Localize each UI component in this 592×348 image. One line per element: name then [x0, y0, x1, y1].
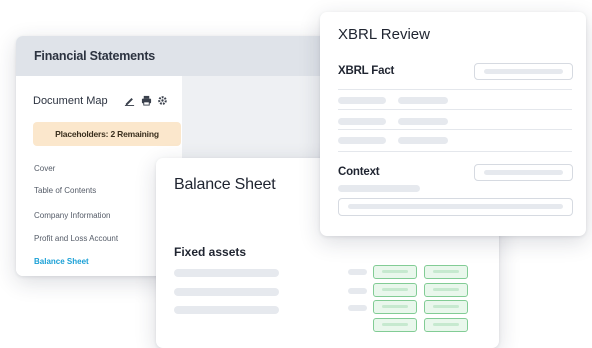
tagged-value-cell[interactable]	[424, 265, 468, 279]
edit-icon[interactable]	[123, 94, 135, 106]
financial-statements-titlebar: Financial Statements	[16, 36, 346, 76]
context-label: Context	[338, 166, 380, 178]
tagged-value-cell[interactable]	[373, 318, 417, 332]
divider	[338, 151, 572, 152]
text-placeholder	[174, 306, 279, 314]
nav-item-balance-sheet[interactable]: Balance Sheet	[34, 257, 89, 266]
xbrl-review-window: XBRL Review XBRL Fact Context	[320, 12, 586, 236]
placeholders-badge[interactable]: Placeholders: 2 Remaining	[33, 122, 181, 146]
tagged-value-cell[interactable]	[424, 300, 468, 314]
xbrl-fact-field[interactable]	[474, 63, 573, 80]
xbrl-review-title: XBRL Review	[338, 26, 430, 43]
tagged-value-cell[interactable]	[373, 300, 417, 314]
tagged-value-cell[interactable]	[424, 318, 468, 332]
text-placeholder	[174, 269, 279, 277]
nav-item-table-of-contents[interactable]: Table of Contents	[34, 186, 96, 195]
settings-icon[interactable]	[156, 94, 168, 106]
value-placeholder	[348, 269, 367, 275]
fixed-assets-heading: Fixed assets	[174, 245, 247, 259]
window-title: Financial Statements	[34, 49, 156, 63]
text-placeholder	[338, 137, 386, 144]
text-placeholder	[398, 97, 448, 104]
divider	[338, 129, 572, 130]
print-icon[interactable]	[140, 94, 152, 106]
nav-item-company-information[interactable]: Company Information	[34, 211, 110, 220]
balance-sheet-title: Balance Sheet	[174, 176, 276, 193]
text-placeholder	[338, 97, 386, 104]
context-field[interactable]	[474, 164, 573, 181]
value-placeholder	[348, 305, 367, 311]
text-placeholder	[398, 118, 448, 125]
tagged-value-cell[interactable]	[373, 265, 417, 279]
context-detail-field[interactable]	[338, 198, 573, 216]
tagged-value-cell[interactable]	[424, 283, 468, 297]
tagged-value-cell[interactable]	[373, 283, 417, 297]
divider	[338, 109, 572, 110]
value-placeholder	[348, 288, 367, 294]
divider	[338, 89, 572, 90]
text-placeholder	[338, 185, 420, 192]
text-placeholder	[174, 288, 279, 296]
nav-item-profit-and-loss[interactable]: Profit and Loss Account	[34, 234, 118, 243]
text-placeholder	[338, 118, 386, 125]
nav-item-cover[interactable]: Cover	[34, 164, 55, 173]
text-placeholder	[398, 137, 448, 144]
xbrl-fact-label: XBRL Fact	[338, 65, 395, 77]
document-map-label: Document Map	[33, 95, 108, 107]
